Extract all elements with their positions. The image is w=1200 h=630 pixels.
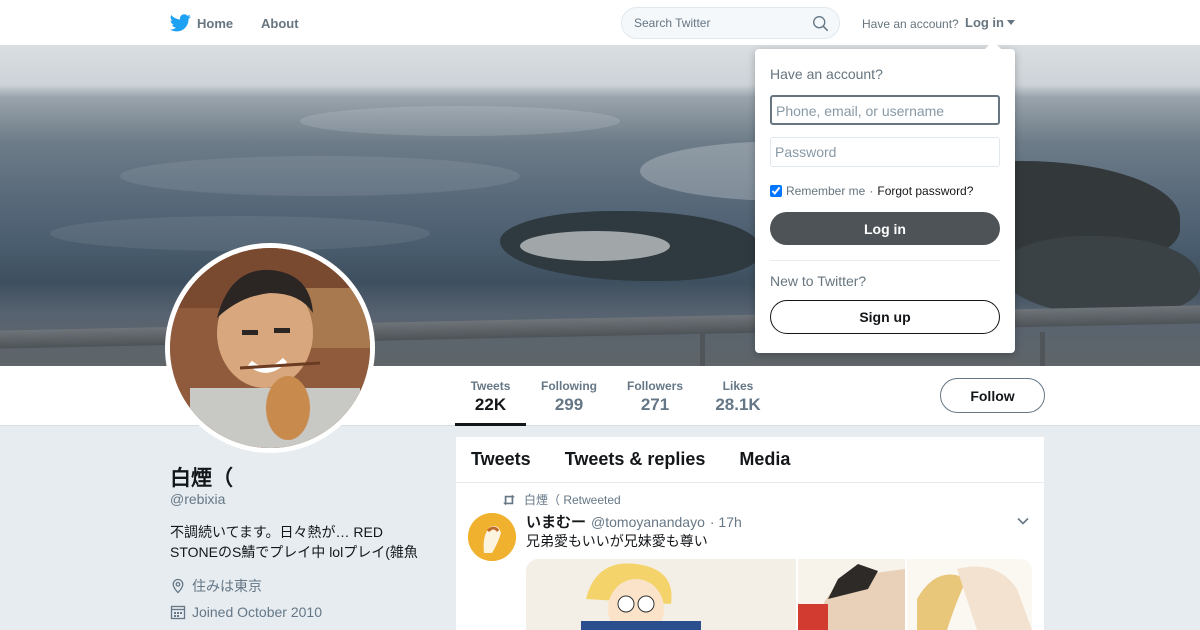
calendar-icon	[170, 605, 186, 620]
timeline-tabs: Tweets Tweets & replies Media	[456, 437, 1044, 483]
stat-following[interactable]: Following 299	[536, 366, 602, 426]
tweet-text: 兄弟愛もいいが兄妹愛も尊い	[526, 533, 708, 549]
retweet-icon	[503, 494, 515, 505]
tweet-media[interactable]	[526, 559, 1032, 630]
profile-joined: Joined October 2010	[170, 604, 322, 620]
tab-media[interactable]: Media	[739, 449, 790, 470]
tweet-time[interactable]: · 17h	[710, 514, 742, 530]
joined-text: Joined October 2010	[192, 604, 322, 620]
search-input[interactable]: Search Twitter	[634, 16, 710, 30]
signup-button[interactable]: Sign up	[770, 300, 1000, 334]
login-dropdown: Have an account? Phone, email, or userna…	[755, 41, 1015, 353]
timeline: Tweets Tweets & replies Media 白煙（ Retwee…	[456, 437, 1044, 630]
location-text: 住みは東京	[192, 578, 262, 594]
stat-value: 28.1K	[715, 395, 761, 414]
tab-tweets-replies[interactable]: Tweets & replies	[565, 449, 706, 470]
profile-bio: 不調続いてます。日々熱が… RED STONEのS鯖でプレイ中 lolプレイ(雑…	[170, 524, 418, 560]
avatar-image	[170, 248, 370, 448]
chevron-down-icon[interactable]	[1016, 514, 1030, 528]
media-image-2[interactable]	[798, 559, 905, 630]
follow-button[interactable]: Follow	[940, 378, 1045, 413]
retweet-text[interactable]: 白煙（ Retweeted	[524, 491, 621, 508]
stat-value: 271	[640, 395, 670, 414]
stat-followers[interactable]: Followers 271	[622, 366, 688, 426]
retweet-context: 白煙（ Retweeted	[502, 491, 621, 508]
login-link-label[interactable]: Log in	[965, 15, 1004, 30]
dropdown-title: Have an account?	[770, 66, 883, 82]
stat-likes[interactable]: Likes 28.1K	[708, 366, 768, 426]
nav-home[interactable]: Home	[197, 0, 233, 46]
divider	[770, 260, 1000, 261]
top-nav-bar: Home About Search Twitter Have an accoun…	[0, 0, 1200, 46]
stat-label: Likes	[722, 379, 754, 393]
profile-avatar[interactable]	[165, 243, 375, 453]
login-menu-toggle[interactable]: Log in	[965, 15, 1015, 30]
login-button[interactable]: Log in	[770, 212, 1000, 245]
twitter-bird-icon[interactable]	[170, 14, 191, 32]
username-field[interactable]: Phone, email, or username	[770, 95, 1000, 125]
media-image-1[interactable]	[526, 559, 796, 630]
stat-label: Following	[541, 379, 597, 393]
tweet-header: いまむー @tomoyanandayo · 17h	[526, 511, 742, 532]
forgot-password-link[interactable]: Forgot password?	[877, 184, 973, 198]
profile-name: 白煙（	[170, 467, 233, 490]
password-field[interactable]: Password	[770, 137, 1000, 167]
profile-handle[interactable]: @rebixia	[170, 491, 225, 507]
separator-dot: ·	[869, 184, 874, 198]
remember-label[interactable]: Remember me	[786, 184, 865, 198]
tweet-author-name[interactable]: いまむー	[526, 511, 586, 532]
have-account-text: Have an account?	[862, 17, 959, 31]
search-box[interactable]: Search Twitter	[621, 7, 840, 39]
nav-about[interactable]: About	[261, 0, 299, 46]
media-image-3[interactable]	[907, 559, 1032, 630]
remember-row: Remember me · Forgot password?	[770, 184, 973, 198]
location-pin-icon	[172, 578, 184, 594]
stat-label: Tweets	[470, 379, 511, 393]
new-to-twitter-text: New to Twitter?	[770, 273, 867, 289]
remember-checkbox[interactable]	[770, 185, 782, 197]
tweet-author-handle[interactable]: @tomoyanandayo	[591, 514, 705, 530]
tab-tweets[interactable]: Tweets	[471, 449, 531, 470]
tweet-author-avatar[interactable]	[468, 513, 516, 561]
search-icon[interactable]	[812, 15, 829, 32]
stat-value: 22K	[474, 395, 507, 414]
caret-down-icon[interactable]	[1007, 20, 1015, 25]
stat-label: Followers	[626, 379, 683, 393]
profile-location: 住みは東京	[170, 576, 262, 596]
stat-value: 299	[554, 395, 584, 414]
stat-tweets[interactable]: Tweets 22K	[455, 366, 526, 426]
